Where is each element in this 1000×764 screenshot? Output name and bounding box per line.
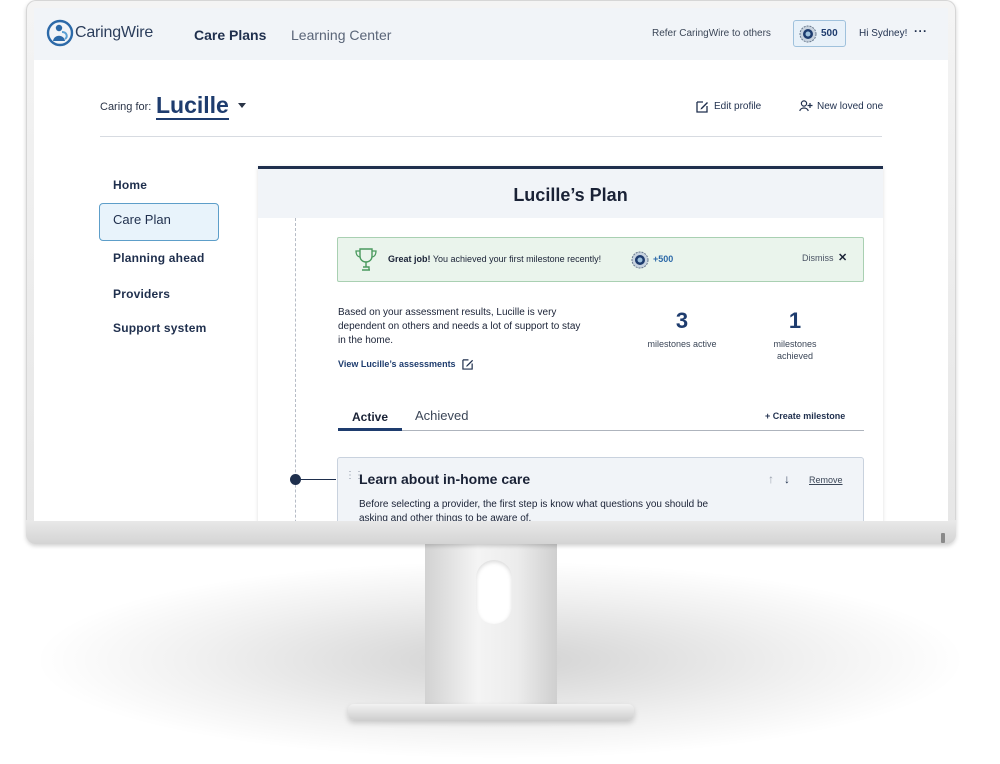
plan-panel: Lucille’s Plan Great job! You achieved y…	[258, 166, 883, 521]
points-medal-icon	[631, 251, 649, 269]
stat-value: 3	[675, 308, 689, 333]
stat-label: milestones achieved	[773, 339, 817, 361]
points-value: 500	[821, 28, 838, 39]
caringwire-logo-icon	[46, 19, 74, 47]
banner-text: You achieved your first milestone recent…	[432, 254, 602, 264]
milestone-description: Before selecting a provider, the first s…	[359, 499, 709, 521]
add-person-icon	[799, 100, 813, 112]
tab-achieved[interactable]: Achieved	[415, 408, 468, 423]
new-loved-one-button[interactable]: New loved one	[799, 100, 883, 112]
milestone-tabs: Active Achieved + Create milestone	[338, 401, 864, 431]
monitor-scene: CaringWire Care Plans Learning Center Re…	[0, 0, 1000, 764]
stat-label: milestones active	[647, 339, 717, 349]
points-medal-icon	[799, 25, 817, 42]
power-indicator	[941, 533, 945, 543]
plan-header: Lucille’s Plan	[258, 166, 883, 218]
monitor-screen: CaringWire Care Plans Learning Center Re…	[34, 8, 948, 521]
sidebar-item-support-system[interactable]: Support system	[113, 321, 207, 335]
plan-title: Lucille’s Plan	[513, 185, 628, 205]
banner-bold: Great job!	[388, 254, 431, 264]
trophy-icon	[355, 248, 377, 271]
monitor-stand-cable-hole	[476, 560, 512, 624]
sidebar-item-care-plan[interactable]: Care Plan	[99, 203, 219, 241]
monitor-stand-base	[348, 704, 634, 720]
refer-link[interactable]: Refer CaringWire to others	[652, 28, 771, 39]
top-nav: CaringWire Care Plans Learning Center Re…	[34, 8, 948, 60]
nav-learning-center[interactable]: Learning Center	[291, 27, 391, 43]
sidebar-item-label: Care Plan	[113, 212, 171, 227]
sidebar-item-home[interactable]: Home	[113, 178, 147, 192]
nav-care-plans[interactable]: Care Plans	[194, 27, 266, 43]
create-milestone-button[interactable]: + Create milestone	[765, 411, 845, 421]
milestone-title[interactable]: Learn about in-home care	[359, 471, 530, 487]
move-up-icon[interactable]: ↑	[768, 472, 774, 486]
new-loved-one-label: New loved one	[817, 100, 884, 112]
logo[interactable]: CaringWire	[46, 19, 153, 47]
timeline-connector	[300, 479, 336, 480]
view-assessments-label: View Lucille’s assessments	[338, 359, 456, 369]
edit-profile-button[interactable]: Edit profile	[696, 100, 761, 113]
move-down-icon[interactable]: ↓	[784, 472, 790, 486]
points-badge[interactable]: 500	[793, 20, 846, 47]
view-assessments-link[interactable]: View Lucille’s assessments	[338, 358, 474, 370]
banner-points: +500	[653, 254, 674, 264]
assessment-summary: Based on your assessment results, Lucill…	[338, 307, 581, 346]
stat-value: 1	[788, 308, 802, 333]
sidebar-item-planning-ahead[interactable]: Planning ahead	[113, 251, 204, 265]
banner-message: Great job! You achieved your first miles…	[388, 254, 601, 264]
monitor-chin	[26, 520, 956, 544]
remove-button[interactable]: Remove	[809, 475, 843, 485]
close-icon[interactable]: ✕	[838, 251, 847, 264]
sidebar-item-providers[interactable]: Providers	[113, 287, 170, 301]
caring-for-label: Caring for:	[100, 101, 152, 113]
edit-profile-label: Edit profile	[714, 101, 762, 112]
loved-one-selector[interactable]: Lucille	[156, 93, 229, 120]
chevron-down-icon[interactable]	[238, 103, 246, 108]
edit-icon	[461, 359, 473, 370]
stat-milestones-achieved: 1 milestones achieved	[760, 308, 830, 362]
edit-icon	[696, 101, 708, 113]
milestone-card[interactable]: ⋮⋮ Learn about in-home care ↑ ↓ Remove B…	[337, 457, 864, 521]
user-greeting[interactable]: Hi Sydney!	[859, 28, 907, 39]
logo-text: CaringWire	[75, 24, 154, 41]
dismiss-button[interactable]: Dismiss	[802, 253, 834, 263]
more-menu-icon[interactable]: ···	[914, 24, 928, 38]
divider	[100, 136, 882, 137]
tab-active[interactable]: Active	[338, 405, 402, 431]
achievement-banner: Great job! You achieved your first miles…	[337, 237, 864, 282]
stat-milestones-active: 3 milestones active	[647, 308, 717, 350]
